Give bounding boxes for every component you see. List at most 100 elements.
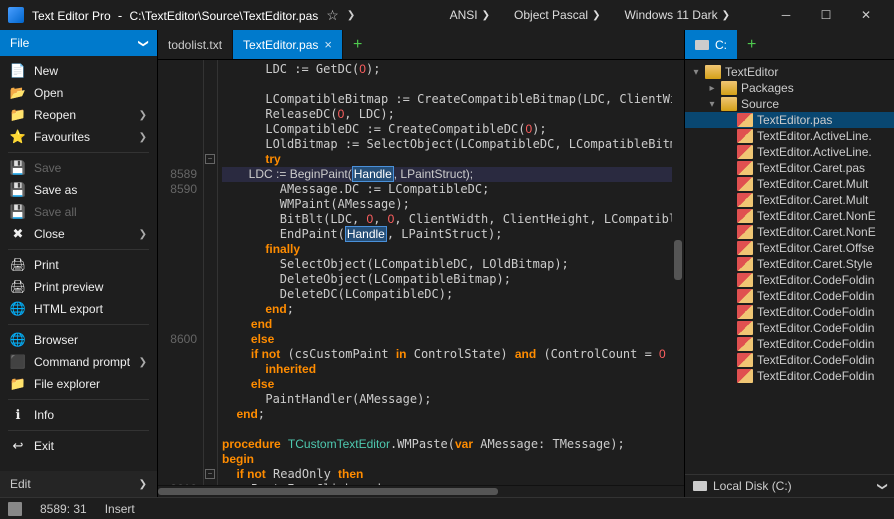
- menu-item-info[interactable]: ℹInfo: [0, 404, 157, 426]
- fold-toggle-icon[interactable]: −: [205, 154, 215, 164]
- menu-icon: 💾: [10, 160, 26, 176]
- language-dropdown[interactable]: Object Pascal❯: [506, 6, 608, 24]
- tree-file[interactable]: TextEditor.CodeFoldin: [685, 272, 894, 288]
- tree-file[interactable]: TextEditor.ActiveLine.: [685, 144, 894, 160]
- favourite-star-icon[interactable]: ☆: [326, 7, 339, 24]
- drive-selector[interactable]: Local Disk (C:) ❯: [685, 474, 894, 497]
- fold-gutter[interactable]: −−: [204, 60, 218, 485]
- tree-file[interactable]: TextEditor.Caret.Style: [685, 256, 894, 272]
- menu-label: Print preview: [34, 280, 147, 294]
- code-editor[interactable]: 85898590 8600 8610 −− LDC := GetDC(0); L…: [158, 60, 684, 485]
- tree-label: TextEditor.ActiveLine.: [757, 129, 872, 143]
- new-tab-button[interactable]: +: [343, 30, 372, 59]
- drive-tab[interactable]: C:: [685, 30, 737, 59]
- tree-expand-icon[interactable]: ▸: [707, 83, 717, 94]
- menu-icon: ℹ: [10, 407, 26, 423]
- insert-mode: Insert: [105, 502, 135, 516]
- menu-item-favourites[interactable]: ⭐Favourites❯: [0, 126, 157, 148]
- menu-item-open[interactable]: 📂Open: [0, 82, 157, 104]
- menu-label: HTML export: [34, 302, 147, 316]
- tree-folder[interactable]: ▾ Source: [685, 96, 894, 112]
- tree-file[interactable]: TextEditor.CodeFoldin: [685, 304, 894, 320]
- editor-tabs: todolist.txt TextEditor.pas× +: [158, 30, 684, 60]
- menu-item-command-prompt[interactable]: ⬛Command prompt❯: [0, 351, 157, 373]
- tree-label: TextEditor.Caret.NonE: [757, 225, 876, 239]
- file-icon: [737, 289, 753, 303]
- tree-file[interactable]: TextEditor.ActiveLine.: [685, 128, 894, 144]
- file-explorer-panel: C: + ▾TextEditor▸Packages▾SourceTextEdit…: [684, 30, 894, 497]
- tab-TextEditor-pas[interactable]: TextEditor.pas×: [233, 30, 343, 59]
- tree-file[interactable]: TextEditor.CodeFoldin: [685, 288, 894, 304]
- menu-item-close[interactable]: ✖Close❯: [0, 223, 157, 245]
- menu-icon: 💾: [10, 204, 26, 220]
- tree-file[interactable]: TextEditor.Caret.Offse: [685, 240, 894, 256]
- menu-item-html-export[interactable]: 🌐 HTML export: [0, 298, 157, 320]
- tree-label: TextEditor.Caret.Mult: [757, 193, 868, 207]
- theme-dropdown[interactable]: Windows 11 Dark❯: [616, 6, 738, 24]
- menu-label: Favourites: [34, 130, 131, 144]
- file-menu-header[interactable]: File ❯: [0, 30, 157, 56]
- menu-icon: 🖨: [10, 257, 26, 273]
- code-area[interactable]: LDC := GetDC(0); LCompatibleBitmap := Cr…: [218, 60, 684, 485]
- title-dropdown-icon[interactable]: ❯: [347, 10, 355, 21]
- edit-menu-header[interactable]: Edit ❯: [0, 471, 157, 497]
- menu-icon: ⭐: [10, 129, 26, 145]
- file-icon: [737, 145, 753, 159]
- scrollbar-thumb[interactable]: [674, 240, 682, 280]
- tree-file[interactable]: TextEditor.CodeFoldin: [685, 320, 894, 336]
- menu-icon: 🌐: [10, 301, 26, 317]
- menu-item-exit[interactable]: ↩Exit: [0, 435, 157, 457]
- menu-item-save: 💾Save: [0, 157, 157, 179]
- new-drive-tab-button[interactable]: +: [737, 30, 766, 59]
- menu-item-new[interactable]: 📄New: [0, 60, 157, 82]
- tree-folder[interactable]: ▸Packages: [685, 80, 894, 96]
- close-button[interactable]: ✕: [846, 0, 886, 30]
- drive-icon: [693, 481, 707, 491]
- chevron-down-icon: ❯: [139, 357, 147, 368]
- tree-expand-icon[interactable]: ▾: [691, 67, 701, 78]
- drive-icon: [695, 40, 709, 50]
- tree-file[interactable]: TextEditor.CodeFoldin: [685, 368, 894, 384]
- scrollbar-thumb[interactable]: [158, 488, 498, 495]
- minimize-button[interactable]: ─: [766, 0, 806, 30]
- tree-file[interactable]: TextEditor.Caret.NonE: [685, 224, 894, 240]
- tree-file[interactable]: TextEditor.Caret.NonE: [685, 208, 894, 224]
- menu-item-reopen[interactable]: 📁Reopen❯: [0, 104, 157, 126]
- tree-label: TextEditor.CodeFoldin: [757, 369, 874, 383]
- tree-label: TextEditor.Caret.Style: [757, 257, 872, 271]
- editor-vscrollbar[interactable]: [672, 60, 684, 485]
- chevron-down-icon: ❯: [139, 229, 147, 240]
- menu-item-save-as[interactable]: 💾 Save as: [0, 179, 157, 201]
- menu-item-print-preview[interactable]: 🖨Print preview: [0, 276, 157, 298]
- tree-folder[interactable]: ▾TextEditor: [685, 64, 894, 80]
- titlebar: Text Editor Pro - C:\TextEditor\Source\T…: [0, 0, 894, 30]
- tree-file[interactable]: TextEditor.Caret.Mult: [685, 176, 894, 192]
- menu-label: Save as: [34, 183, 147, 197]
- fold-toggle-icon[interactable]: −: [205, 469, 215, 479]
- menu-icon: 💾: [10, 182, 26, 198]
- tree-file[interactable]: TextEditor.Caret.pas: [685, 160, 894, 176]
- tree-expand-icon[interactable]: ▾: [707, 99, 717, 110]
- folder-icon: [705, 65, 721, 79]
- tab-todolist-txt[interactable]: todolist.txt: [158, 30, 233, 59]
- tree-file[interactable]: TextEditor.pas: [685, 112, 894, 128]
- maximize-button[interactable]: ☐: [806, 0, 846, 30]
- menu-item-file-explorer[interactable]: 📁File explorer: [0, 373, 157, 395]
- file-icon: [737, 257, 753, 271]
- tree-label: TextEditor.CodeFoldin: [757, 289, 874, 303]
- menu-item-save-all: 💾Save all: [0, 201, 157, 223]
- tab-close-icon[interactable]: ×: [324, 37, 332, 52]
- tree-label: TextEditor.Caret.Offse: [757, 241, 874, 255]
- menu-label: Close: [34, 227, 131, 241]
- editor-hscrollbar[interactable]: [158, 485, 684, 497]
- folder-icon: [721, 97, 737, 111]
- tree-file[interactable]: TextEditor.Caret.Mult: [685, 192, 894, 208]
- tree-file[interactable]: TextEditor.CodeFoldin: [685, 352, 894, 368]
- encoding-dropdown[interactable]: ANSI❯: [442, 6, 498, 24]
- tree-label: Source: [741, 97, 779, 111]
- tab-label: todolist.txt: [168, 38, 222, 52]
- menu-item-browser[interactable]: 🌐Browser: [0, 329, 157, 351]
- tree-file[interactable]: TextEditor.CodeFoldin: [685, 336, 894, 352]
- menu-label: Reopen: [34, 108, 131, 122]
- menu-item-print[interactable]: 🖨Print: [0, 254, 157, 276]
